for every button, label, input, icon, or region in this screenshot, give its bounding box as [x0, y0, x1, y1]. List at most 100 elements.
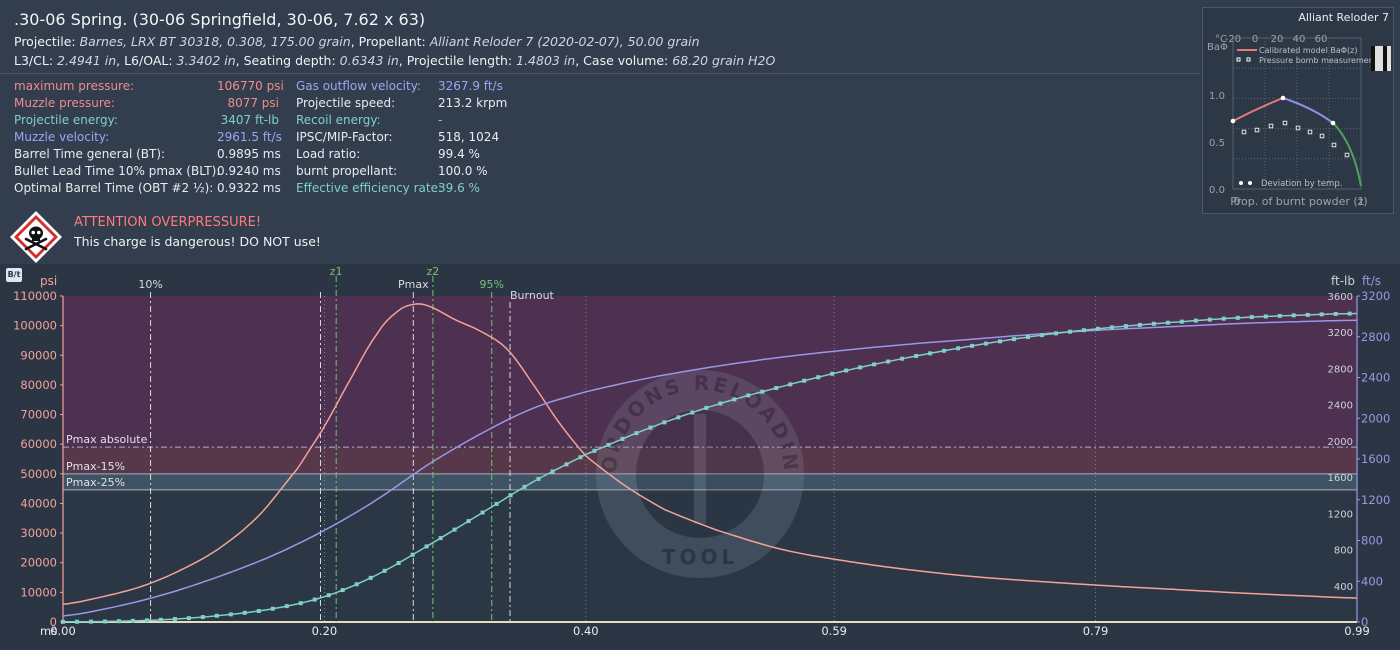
velocity-tick-label: 2000: [1361, 411, 1390, 425]
result-left-label: Barrel Time general (BT):: [14, 147, 166, 161]
result-right-label: Effective efficiency rate:: [296, 181, 443, 195]
pressure-tick-label: 60000: [20, 437, 57, 451]
energy-point: [340, 588, 345, 593]
energy-point: [396, 561, 401, 566]
result-right-row: Projectile speed: 213.2 krpm: [296, 95, 507, 112]
energy-point: [1193, 318, 1198, 323]
energy-point: [1277, 313, 1282, 318]
energy-point: [1053, 331, 1058, 336]
energy-point: [536, 476, 541, 481]
energy-point: [998, 339, 1003, 344]
chart-mode-toggle-icon[interactable]: B/t: [6, 268, 22, 282]
propellant-value: Alliant Reloder 7 (2020-02-07), 50.00 gr…: [429, 34, 700, 49]
l6-label: , L6/OAL:: [116, 53, 177, 68]
energy-point: [186, 616, 191, 621]
energy-point: [942, 348, 947, 353]
pressure-tick-label: 110000: [13, 289, 57, 303]
l3-value: 2.4941 in: [57, 53, 117, 68]
result-left-value: 2961.5 ft/s: [217, 130, 282, 144]
velocity-tick-label: 400: [1361, 574, 1383, 588]
energy-point: [872, 362, 877, 367]
result-right-value: 213.2 krpm: [438, 96, 508, 110]
pressure-band-label: Pmax-25%: [66, 476, 125, 489]
energy-point: [410, 552, 415, 557]
inset-legend-temp-dot: [1248, 181, 1252, 185]
energy-point: [830, 371, 835, 376]
energy-point: [494, 501, 499, 506]
result-right-value: -: [438, 113, 443, 127]
result-left-row: maximum pressure: 106770 psi: [14, 78, 284, 95]
result-right-label: IPSC/MIP-Factor:: [296, 130, 393, 144]
velocity-tick-label: 0: [1361, 615, 1368, 629]
qr-cell: [1379, 51, 1383, 56]
watermark-cartridge: [694, 414, 706, 524]
qr-cell: [1375, 56, 1379, 61]
ballistic-chart[interactable]: Pmax absolute Pmax-15% Pmax-25% 0 10000 20000…: [0, 264, 1400, 650]
time-tick-label: 0.20: [312, 624, 338, 638]
qr-cell: [1379, 56, 1383, 61]
energy-point: [1235, 315, 1240, 320]
inset-legend-temp-dot: [1239, 181, 1243, 185]
inset-top-tick: 0: [1252, 34, 1258, 45]
result-left-value: 0.9895 ms: [217, 147, 281, 161]
qr-cell: [1375, 61, 1379, 66]
inset-top-tick: 20: [1271, 34, 1284, 45]
energy-point: [452, 527, 457, 532]
event-marker-label: z2: [427, 265, 440, 278]
result-right-value: 3267.9 ft/s: [438, 79, 503, 93]
pressure-tick-label: 80000: [20, 378, 57, 392]
projectile-label: Projectile:: [14, 34, 80, 49]
energy-point: [1095, 326, 1100, 331]
result-left-label: Muzzle pressure:: [14, 96, 115, 110]
seating-depth-value: 0.6343 in: [339, 53, 399, 68]
result-left-label: maximum pressure:: [14, 79, 135, 93]
result-right-row: IPSC/MIP-Factor: 518, 1024: [296, 129, 507, 146]
energy-point: [564, 462, 569, 467]
projectile-length-value: 1.4803 in: [516, 53, 576, 68]
result-right-label: burnt propellant:: [296, 164, 398, 178]
energy-point: [662, 420, 667, 425]
energy-point: [1263, 314, 1268, 319]
energy-point: [354, 582, 359, 587]
energy-tick-label: 2800: [1328, 364, 1353, 375]
energy-point: [1221, 316, 1226, 321]
result-right-label: Projectile speed:: [296, 96, 396, 110]
inset-top-tick: 40: [1293, 34, 1306, 45]
energy-tick-label: 3600: [1328, 292, 1353, 303]
inset-model-point: [1330, 120, 1336, 126]
propellant-label: , Propellant:: [350, 34, 430, 49]
energy-point: [1333, 311, 1338, 316]
energy-point: [914, 353, 919, 358]
energy-point: [1305, 312, 1310, 317]
qr-cell: [1387, 61, 1391, 66]
energy-point: [634, 431, 639, 436]
energy-tick-label: 3200: [1328, 328, 1353, 339]
energy-point: [704, 405, 709, 410]
energy-point: [1179, 319, 1184, 324]
energy-point: [970, 343, 975, 348]
qr-cell: [1375, 66, 1379, 71]
qr-cell: [1387, 56, 1391, 61]
inset-x-label: Prop. of burnt powder (z): [1230, 195, 1367, 208]
result-left-label: Muzzle velocity:: [14, 130, 110, 144]
l6-value: 3.3402 in: [176, 53, 236, 68]
projectile-value: Barnes, LRX BT 30318, 0.308, 175.00 grai…: [79, 34, 351, 49]
energy-tick-label: 2000: [1328, 437, 1353, 448]
energy-point: [788, 382, 793, 387]
velocity-tick-label: 2400: [1361, 371, 1390, 385]
result-right-row: Gas outflow velocity: 3267.9 ft/s: [296, 78, 507, 95]
burning-rate-inset-chart[interactable]: Alliant Reloder 7 °C -20 0 20 40 60 BaΦ 0.0 0.5 1.…: [1202, 7, 1394, 214]
energy-tick-label: 1200: [1328, 509, 1353, 520]
qr-cell: [1387, 46, 1391, 51]
qr-cell: [1379, 66, 1383, 71]
result-left-value: 106770 psi: [217, 79, 284, 93]
result-left-row: Barrel Time general (BT): 0.9895 ms: [14, 146, 281, 163]
event-marker-label: Burnout: [510, 289, 555, 302]
qr-cell: [1371, 61, 1375, 66]
energy-point: [1067, 329, 1072, 334]
energy-point: [1207, 317, 1212, 322]
inset-y-label: BaΦ: [1207, 42, 1228, 53]
energy-point: [256, 609, 261, 614]
energy-point: [1137, 322, 1142, 327]
energy-point: [480, 510, 485, 515]
